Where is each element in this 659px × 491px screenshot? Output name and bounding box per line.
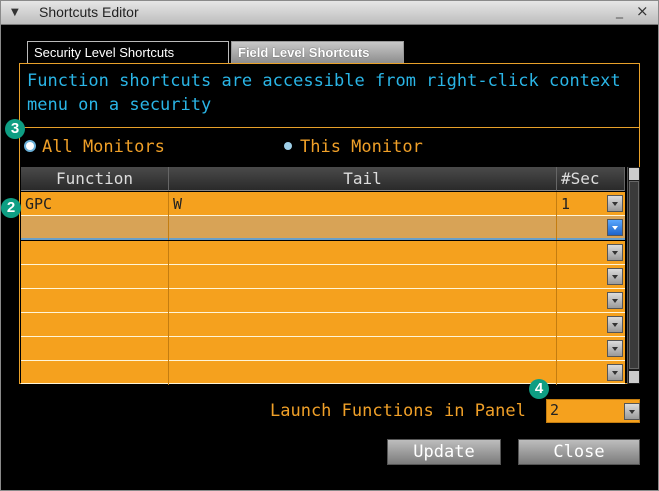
- sec-cell[interactable]: [557, 337, 607, 361]
- shortcuts-editor-window: ▼ Shortcuts Editor _ × Security Level Sh…: [0, 0, 659, 491]
- chevron-down-icon[interactable]: [607, 316, 623, 333]
- callout-badge-4: 4: [529, 379, 549, 399]
- function-cell[interactable]: GPC: [21, 192, 169, 216]
- launch-panel-value: 2: [550, 401, 560, 419]
- table-row[interactable]: [21, 289, 625, 313]
- table-row[interactable]: [21, 265, 625, 289]
- tail-cell[interactable]: [169, 241, 557, 265]
- table-row[interactable]: [21, 241, 625, 265]
- tail-cell[interactable]: [169, 313, 557, 337]
- chevron-down-icon[interactable]: [607, 340, 623, 357]
- radio-selected-icon: [26, 142, 34, 150]
- radio-unselected-icon: [284, 142, 292, 150]
- launch-panel-label: Launch Functions in Panel: [270, 401, 526, 421]
- tail-cell[interactable]: [169, 337, 557, 361]
- column-header-function[interactable]: Function: [21, 167, 169, 191]
- column-header-tail[interactable]: Tail: [169, 167, 557, 191]
- sec-cell[interactable]: 1: [557, 192, 607, 216]
- table-row[interactable]: [21, 216, 625, 240]
- callout-badge-2: 2: [1, 198, 21, 218]
- chevron-down-icon[interactable]: [607, 364, 623, 381]
- sec-cell[interactable]: [557, 241, 607, 265]
- chevron-down-icon[interactable]: [607, 292, 623, 309]
- close-icon[interactable]: ×: [636, 2, 649, 20]
- info-text: Function shortcuts are accessible from r…: [27, 71, 621, 115]
- column-header-sec[interactable]: #Sec: [557, 167, 625, 191]
- tail-cell[interactable]: [169, 216, 557, 240]
- chevron-down-icon[interactable]: [607, 219, 623, 236]
- table-row[interactable]: [21, 313, 625, 337]
- radio-all-monitors[interactable]: All Monitors: [26, 137, 165, 159]
- chevron-down-icon[interactable]: [624, 403, 640, 420]
- table-row[interactable]: GPC W 1: [21, 192, 625, 216]
- chevron-down-icon[interactable]: [607, 195, 623, 212]
- scroll-thumb[interactable]: [629, 181, 639, 369]
- tail-cell[interactable]: [169, 265, 557, 289]
- window-title: Shortcuts Editor: [39, 4, 139, 20]
- minimize-icon[interactable]: _: [616, 3, 623, 19]
- tail-cell[interactable]: [169, 361, 557, 385]
- sec-cell[interactable]: [557, 216, 607, 240]
- divider: [19, 127, 640, 128]
- table-scrollbar[interactable]: [627, 167, 640, 384]
- table-row[interactable]: [21, 337, 625, 361]
- radio-this-monitor[interactable]: This Monitor: [284, 137, 423, 159]
- sec-cell[interactable]: [557, 289, 607, 313]
- radio-label: This Monitor: [300, 137, 423, 157]
- update-button[interactable]: Update: [387, 439, 501, 465]
- function-cell[interactable]: [21, 337, 169, 361]
- close-button[interactable]: Close: [518, 439, 640, 465]
- function-cell[interactable]: [21, 216, 169, 240]
- title-bar[interactable]: ▼ Shortcuts Editor _ ×: [1, 1, 658, 25]
- scroll-up-icon[interactable]: [629, 168, 639, 180]
- function-cell[interactable]: [21, 289, 169, 313]
- collapse-icon[interactable]: ▼: [11, 7, 19, 18]
- tail-cell[interactable]: W: [169, 192, 557, 216]
- shortcuts-table: Function Tail #Sec GPC W 1: [21, 167, 625, 385]
- tab-security-level-shortcuts[interactable]: Security Level Shortcuts: [27, 41, 229, 64]
- function-cell[interactable]: [21, 265, 169, 289]
- tail-cell[interactable]: [169, 289, 557, 313]
- function-cell[interactable]: [21, 361, 169, 385]
- function-cell[interactable]: [21, 241, 169, 265]
- sec-cell[interactable]: [557, 361, 607, 385]
- sec-cell[interactable]: [557, 313, 607, 337]
- chevron-down-icon[interactable]: [607, 244, 623, 261]
- tab-field-level-shortcuts[interactable]: Field Level Shortcuts: [231, 41, 404, 64]
- function-cell[interactable]: [21, 313, 169, 337]
- launch-panel-select[interactable]: 2: [546, 399, 640, 423]
- callout-badge-3: 3: [5, 119, 25, 139]
- chevron-down-icon[interactable]: [607, 268, 623, 285]
- sec-cell[interactable]: [557, 265, 607, 289]
- scroll-down-icon[interactable]: [629, 371, 639, 383]
- radio-label: All Monitors: [42, 137, 165, 157]
